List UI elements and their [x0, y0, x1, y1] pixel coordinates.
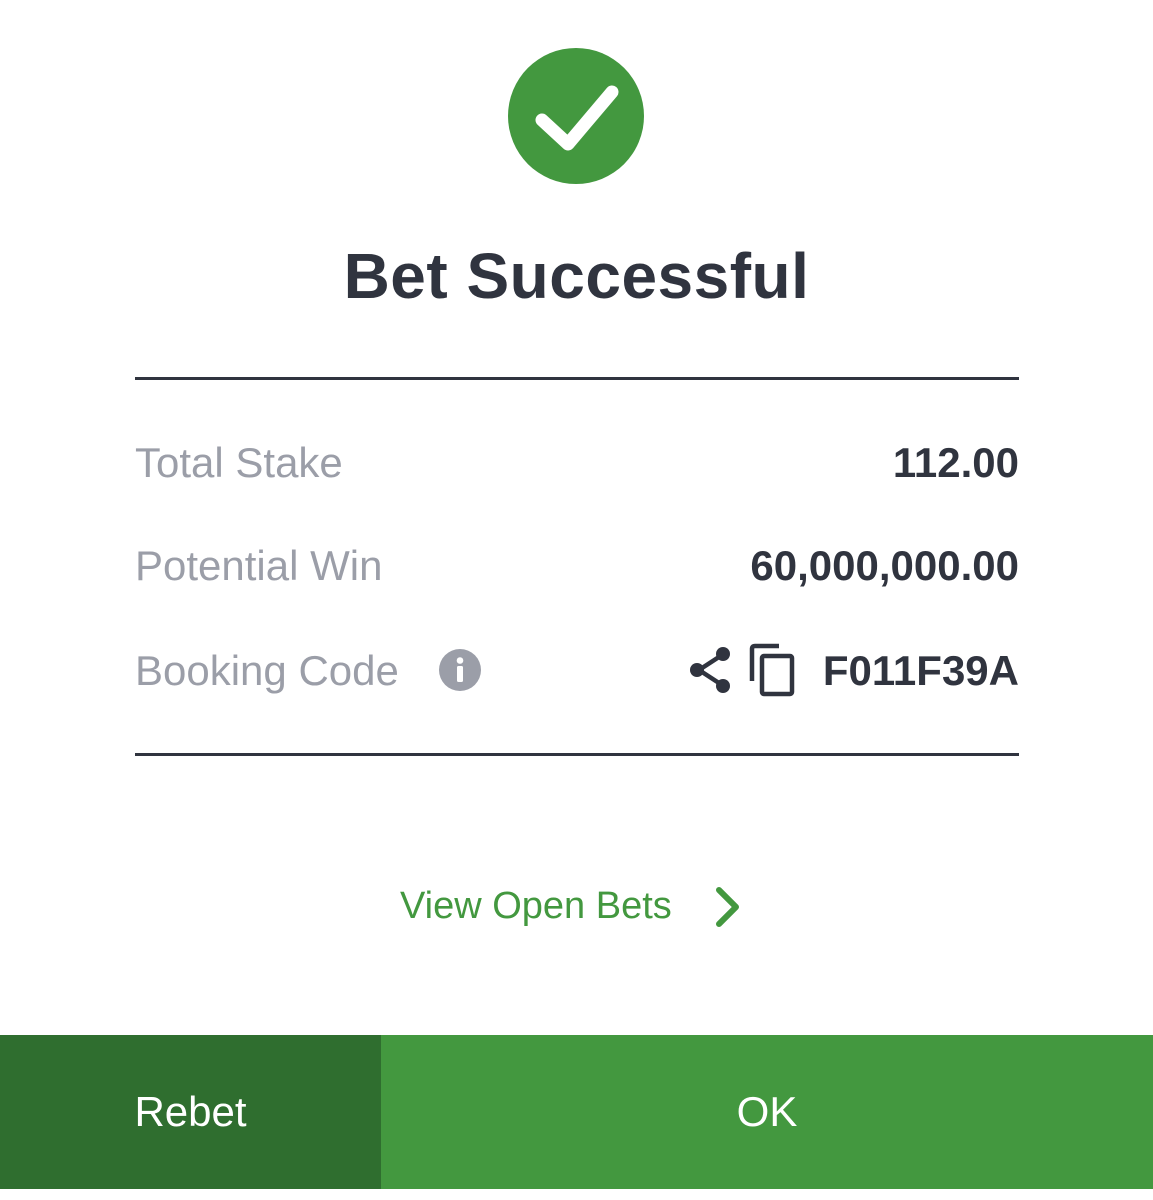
- potential-win-row: Potential Win 60,000,000.00: [135, 536, 1019, 596]
- total-stake-value: 112.00: [892, 439, 1019, 486]
- potential-win-label: Potential Win: [135, 542, 383, 589]
- ok-button[interactable]: OK: [381, 1035, 1153, 1189]
- chevron-right-icon: [712, 884, 742, 930]
- booking-code-label: Booking Code: [135, 647, 399, 694]
- copy-icon[interactable]: [749, 643, 797, 697]
- info-icon[interactable]: [439, 649, 481, 691]
- total-stake-label: Total Stake: [135, 439, 343, 486]
- rebet-button[interactable]: Rebet: [0, 1035, 381, 1189]
- check-circle-icon: [508, 48, 644, 184]
- booking-code-row: Booking Code F011F39A: [135, 641, 1019, 701]
- view-open-bets-label: View Open Bets: [400, 885, 672, 927]
- divider-top: [135, 377, 1019, 380]
- potential-win-value: 60,000,000.00: [750, 542, 1019, 589]
- checkmark-icon: [535, 85, 619, 151]
- divider-bottom: [135, 753, 1019, 756]
- total-stake-row: Total Stake 112.00: [135, 433, 1019, 493]
- booking-code-value[interactable]: F011F39A: [823, 641, 1019, 701]
- dialog-title: Bet Successful: [343, 240, 810, 312]
- share-icon[interactable]: [688, 645, 734, 695]
